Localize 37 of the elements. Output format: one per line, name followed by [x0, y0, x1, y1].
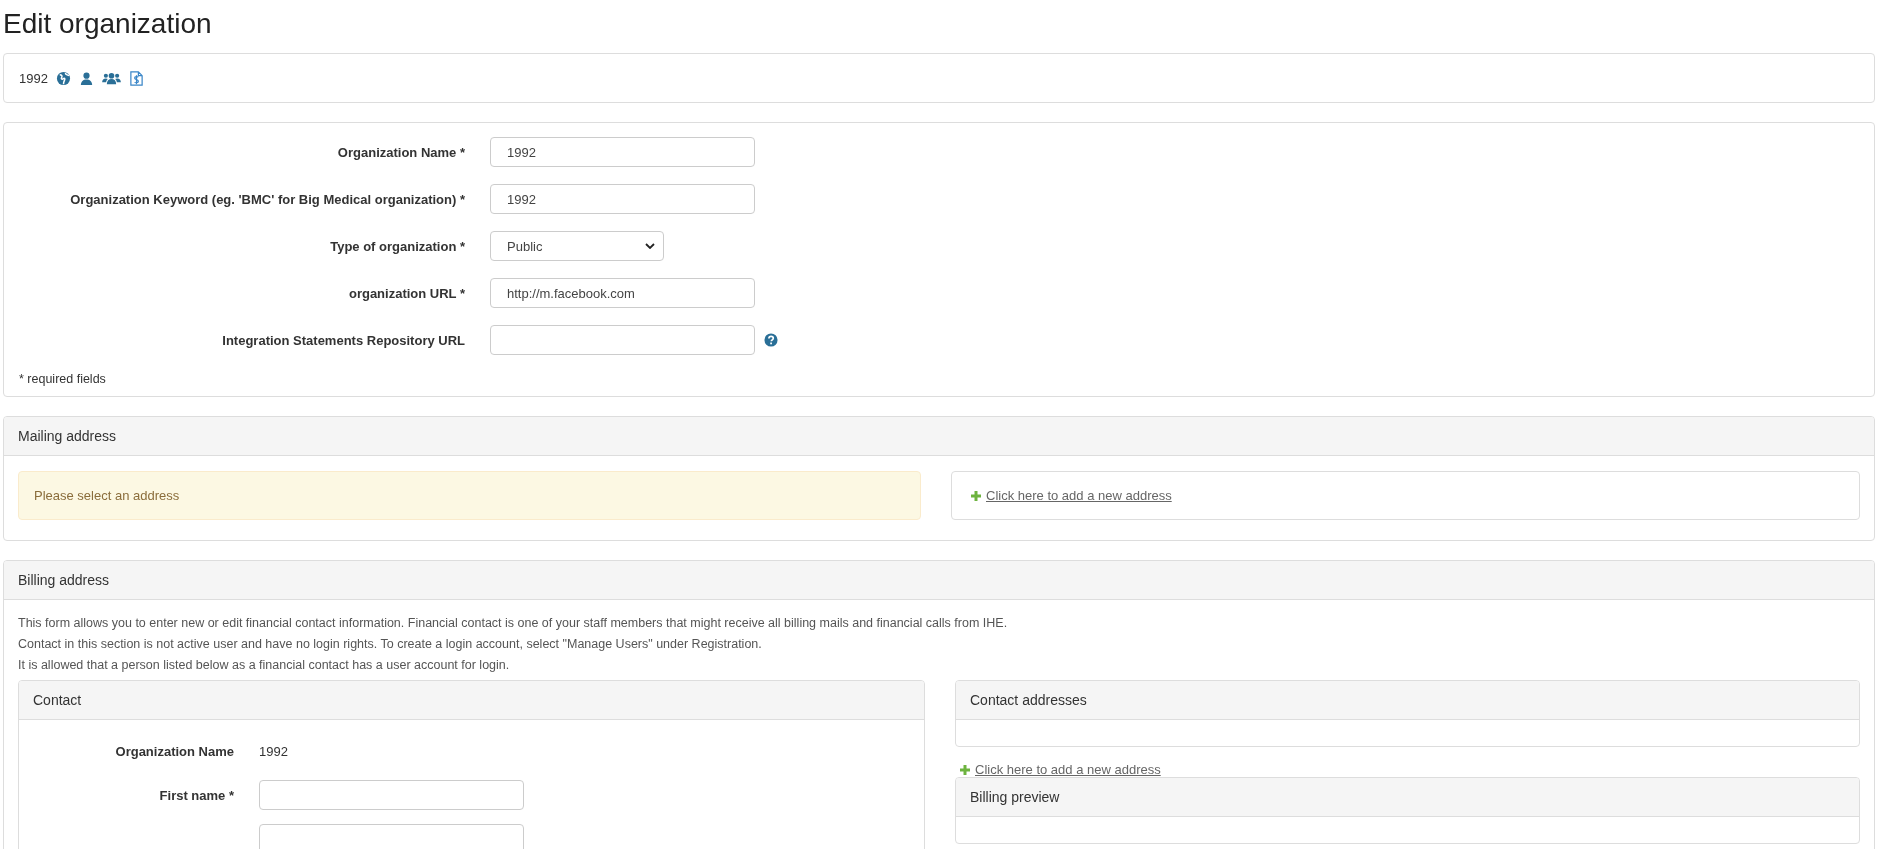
add-address-link[interactable]: Click here to add a new address	[986, 488, 1172, 503]
organization-name: 1992	[19, 70, 48, 86]
field-label: Type of organization *	[329, 238, 466, 254]
info-text: It is allowed that a person listed below as a financial contact has a user account for login.	[18, 657, 511, 674]
text-field[interactable]: 1992	[490, 137, 755, 167]
text-field[interactable]	[259, 780, 524, 810]
chevron-down-icon	[645, 243, 655, 249]
text-field[interactable]: 1992	[490, 184, 755, 214]
panel-header: Billing address	[4, 561, 1874, 600]
add-address-link[interactable]: Click here to add a new address	[975, 762, 1161, 777]
field-label: Integration Statements Repository URL	[221, 332, 466, 348]
users-icon[interactable]	[101, 70, 121, 86]
required-fields-note: * required fields	[19, 372, 107, 386]
page-title: Edit organization	[3, 8, 213, 40]
field-label: organization URL *	[347, 285, 466, 301]
info-text: This form allows you to enter new or edit financial contact information. Financial contact is one of your staff members that might receive all billing mails and financial calls from IHE.	[18, 615, 1009, 632]
user-icon[interactable]	[78, 70, 94, 86]
panel-header: Contact	[19, 681, 924, 720]
panel-header: Mailing address	[4, 417, 1874, 456]
plus-icon	[970, 489, 982, 502]
globe-icon[interactable]	[55, 70, 71, 86]
text-field[interactable]	[490, 325, 755, 355]
field-label: Organization Keyword (eg. 'BMC' for Big Medical organization) *	[69, 191, 466, 207]
help-icon[interactable]	[764, 333, 778, 347]
panel-header: Contact addresses	[956, 681, 1859, 720]
info-text: Contact in this section is not active user and have no login rights. To create a login account, select "Manage Users" under Registration.	[18, 636, 763, 653]
field-value: 1992	[259, 743, 288, 759]
field-label: First name *	[158, 787, 235, 803]
field-label: Organization Name *	[336, 144, 466, 160]
text-field[interactable]	[259, 824, 524, 849]
panel-header: Billing preview	[956, 778, 1859, 817]
text-field[interactable]: http://m.facebook.com	[490, 278, 755, 308]
warning-alert: Please select an address	[18, 471, 921, 520]
dropdown-field[interactable]: Public	[490, 231, 664, 261]
plus-icon	[959, 763, 971, 776]
field-label: Organization Name	[114, 743, 235, 759]
invoice-dollar-icon[interactable]	[128, 70, 144, 86]
